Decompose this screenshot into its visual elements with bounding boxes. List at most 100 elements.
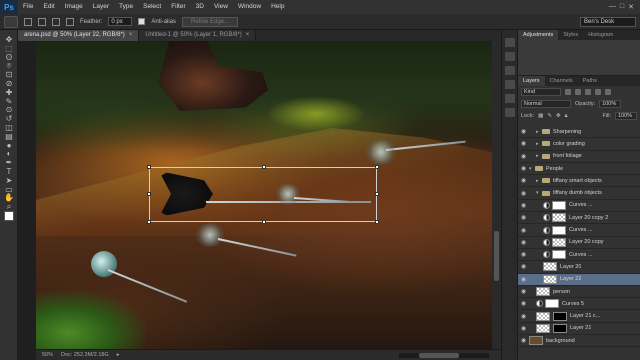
zoom-level[interactable]: 50% (42, 352, 53, 358)
visibility-eye-icon[interactable]: ◉ (518, 227, 529, 234)
blend-mode-select[interactable]: Normal (521, 100, 571, 108)
visibility-eye-icon[interactable]: ◉ (518, 263, 529, 270)
visibility-eye-icon[interactable]: ◉ (518, 190, 529, 197)
tab-styles[interactable]: Styles (558, 30, 583, 40)
filter-type-icon[interactable] (585, 89, 591, 95)
filter-pixel-icon[interactable] (565, 89, 571, 95)
filter-smart-object-icon[interactable] (605, 89, 611, 95)
visibility-eye-icon[interactable]: ◉ (518, 251, 529, 258)
menu-select[interactable]: Select (138, 0, 166, 14)
tab-layers[interactable]: Layers (518, 76, 545, 86)
layer-row[interactable]: ◉ ▾ People (518, 163, 640, 176)
transform-handle[interactable] (147, 165, 151, 169)
visibility-eye-icon[interactable]: ◉ (518, 325, 529, 332)
layer-row[interactable]: ◉ background (518, 335, 640, 348)
menu-type[interactable]: Type (114, 0, 138, 14)
menu-layer[interactable]: Layer (88, 0, 114, 14)
transform-handle[interactable] (375, 165, 379, 169)
layer-row[interactable]: ◉ Layer 21 c... (518, 310, 640, 323)
layer-mask-thumbnail[interactable] (552, 250, 566, 260)
tab-histogram[interactable]: Histogram (583, 30, 618, 40)
lock-move-icon[interactable]: ✥ (556, 113, 561, 119)
info-icon[interactable] (505, 108, 515, 117)
close-tab-icon[interactable]: × (246, 32, 250, 38)
foreground-color-swatch[interactable] (4, 211, 14, 221)
layer-row[interactable]: ◉ Curves ... (518, 249, 640, 262)
menu-window[interactable]: Window (233, 0, 266, 14)
visibility-eye-icon[interactable]: ◉ (518, 214, 529, 221)
transform-handle[interactable] (375, 192, 379, 196)
transform-handle[interactable] (147, 220, 151, 224)
maximize-icon[interactable]: □ (620, 3, 624, 11)
tab-channels[interactable]: Channels (545, 76, 578, 86)
new-selection-icon[interactable] (24, 17, 32, 26)
visibility-eye-icon[interactable]: ◉ (518, 128, 529, 135)
brush-presets-icon[interactable] (505, 94, 515, 103)
close-tab-icon[interactable]: × (129, 32, 133, 38)
layer-row[interactable]: ◉ Curves 5 (518, 298, 640, 311)
tab-adjustments[interactable]: Adjustments (518, 30, 559, 40)
transform-handle[interactable] (262, 165, 266, 169)
transform-handle[interactable] (375, 220, 379, 224)
horizontal-scrollbar[interactable] (399, 352, 489, 358)
free-transform-box[interactable] (147, 165, 379, 224)
antialias-checkbox[interactable] (138, 18, 146, 25)
visibility-eye-icon[interactable]: ◉ (518, 165, 529, 172)
visibility-eye-icon[interactable]: ◉ (518, 153, 529, 160)
document-canvas[interactable] (36, 41, 492, 349)
layer-thumbnail[interactable] (536, 323, 550, 333)
transform-handle[interactable] (262, 220, 266, 224)
transform-handle[interactable] (147, 192, 151, 196)
tool-preset-picker[interactable] (4, 15, 18, 28)
opacity-input[interactable]: 100% (599, 100, 622, 108)
layer-thumbnail[interactable] (536, 311, 550, 321)
layer-mask-thumbnail[interactable] (545, 299, 559, 309)
document-tab[interactable]: Untitled-1 @ 50% (Layer 1, RGB/8*) × (139, 30, 257, 41)
visibility-eye-icon[interactable]: ◉ (518, 177, 529, 184)
visibility-eye-icon[interactable]: ◉ (518, 202, 529, 209)
layer-thumbnail[interactable] (543, 262, 557, 272)
tab-paths[interactable]: Paths (578, 76, 602, 86)
visibility-eye-icon[interactable]: ◉ (518, 300, 529, 307)
filter-shape-icon[interactable] (595, 89, 601, 95)
layer-row[interactable]: ◉ Layer 20 copy 2 (518, 212, 640, 225)
menu-view[interactable]: View (209, 0, 233, 14)
feather-input[interactable]: 0 px (108, 17, 133, 26)
layer-thumbnail[interactable] (536, 287, 550, 296)
subtract-selection-icon[interactable] (52, 17, 60, 26)
vertical-scrollbar[interactable] (492, 41, 501, 349)
visibility-eye-icon[interactable]: ◉ (518, 313, 529, 320)
layer-row[interactable]: ◉ ▾ tiffany dumb objects (518, 187, 640, 200)
menu-edit[interactable]: Edit (38, 0, 59, 14)
filter-kind-select[interactable]: Kind (521, 88, 561, 96)
layer-mask-thumbnail[interactable] (553, 311, 567, 321)
refine-edge-button[interactable]: Refine Edge... (182, 16, 239, 27)
layer-row[interactable]: ◉ Layer 20 copy (518, 237, 640, 249)
filter-adjustment-icon[interactable] (575, 89, 581, 95)
layer-row[interactable]: ◉ person (518, 286, 640, 299)
menu-3d[interactable]: 3D (191, 0, 209, 14)
layer-thumbnail[interactable] (543, 274, 557, 284)
lock-brush-icon[interactable]: ✎ (547, 113, 552, 119)
lock-all-icon[interactable]: 🔒︎ (565, 113, 568, 120)
menu-file[interactable]: File (18, 0, 38, 14)
layer-row[interactable]: ◉ ▸ color grading (518, 138, 640, 151)
layer-row[interactable]: ◉ ▸ front foliage (518, 151, 640, 163)
fill-input[interactable]: 100% (615, 112, 637, 120)
menu-filter[interactable]: Filter (166, 0, 190, 14)
status-arrow-icon[interactable]: ▸ (117, 352, 120, 358)
layer-thumbnail[interactable] (552, 237, 566, 247)
properties-icon[interactable] (505, 52, 515, 61)
character-icon[interactable] (505, 66, 515, 75)
workspace-select[interactable]: Ben's Desk (580, 16, 636, 27)
visibility-eye-icon[interactable]: ◉ (518, 288, 529, 295)
zoom-icon[interactable]: ⌕ (3, 201, 15, 212)
layer-mask-thumbnail[interactable] (552, 200, 566, 210)
add-selection-icon[interactable] (38, 17, 46, 26)
layer-thumbnail[interactable] (529, 336, 543, 346)
history-icon[interactable] (505, 38, 515, 47)
layer-row[interactable]: ◉ Layer 20 (518, 261, 640, 274)
layer-thumbnail[interactable] (552, 213, 566, 223)
document-tab[interactable]: arena.psd @ 50% (Layer 22, RGB/8*) × (18, 30, 140, 41)
layer-row[interactable]: ◉ Layer 22 (518, 273, 640, 286)
